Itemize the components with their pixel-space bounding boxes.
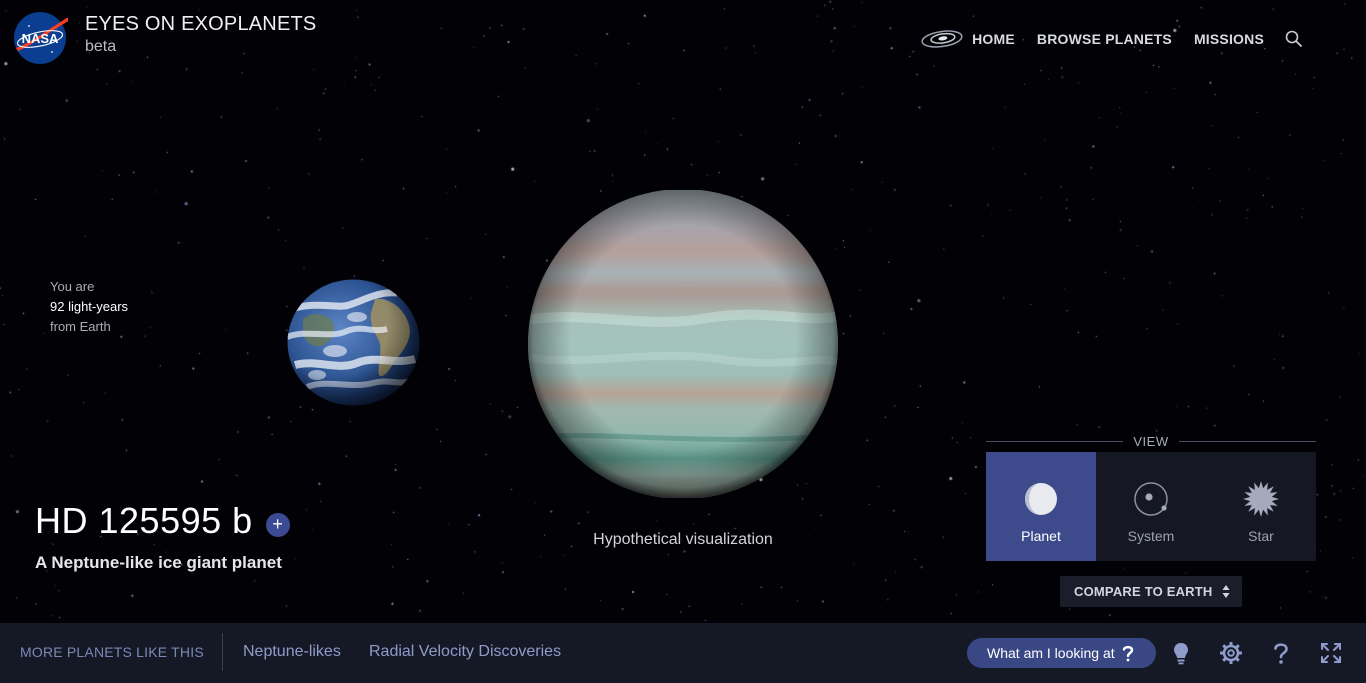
link-radial-velocity-discoveries[interactable]: Radial Velocity Discoveries [369, 643, 561, 661]
question-mark-icon [1122, 645, 1133, 662]
view-buttons: Planet System Star [986, 452, 1316, 561]
help-icon[interactable] [1269, 641, 1293, 665]
view-star-label: Star [1248, 528, 1274, 544]
planet-title-row: HD 125595 b + [35, 500, 290, 542]
more-planets-label: MORE PLANETS LIKE THIS [20, 644, 204, 660]
app-title: EYES ON EXOPLANETS [85, 13, 317, 35]
compare-to-earth-label: COMPARE TO EARTH [1074, 584, 1213, 599]
view-system-button[interactable]: System [1096, 452, 1206, 561]
view-planet-label: Planet [1021, 528, 1061, 544]
view-star-button[interactable]: Star [1206, 452, 1316, 561]
bottom-bar: MORE PLANETS LIKE THIS Neptune-likes Rad… [0, 623, 1366, 683]
what-am-i-looking-at-button[interactable]: What am I looking at [967, 638, 1156, 668]
nasa-logo[interactable]: NASA [12, 10, 68, 66]
gear-icon[interactable] [1219, 641, 1243, 665]
view-panel: VIEW Planet System Star [986, 432, 1317, 561]
nav-browse-planets[interactable]: BROWSE PLANETS [1037, 31, 1172, 47]
view-heading: VIEW [986, 432, 1317, 450]
link-neptune-likes[interactable]: Neptune-likes [243, 643, 341, 661]
planet-icon [1025, 483, 1057, 515]
star-icon [1243, 481, 1279, 517]
view-heading-rule-right [1178, 440, 1317, 442]
distance-value: 92 light-years [50, 299, 129, 314]
exoplanet-visualization[interactable] [527, 190, 839, 498]
app-stage: NASA EYES ON EXOPLANETS beta HOME BROWSE… [0, 0, 1366, 683]
visualization-caption: Hypothetical visualization [593, 531, 773, 548]
lightbulb-icon[interactable] [1169, 641, 1193, 665]
bottom-bar-divider [222, 633, 223, 671]
app-title-block[interactable]: EYES ON EXOPLANETS beta [85, 13, 316, 59]
view-system-label: System [1127, 528, 1175, 544]
what-am-i-looking-at-label: What am I looking at [987, 645, 1115, 661]
nasa-logo-text: NASA [22, 31, 59, 46]
select-arrows-icon [1222, 585, 1230, 598]
app-subtitle: beta [85, 38, 117, 55]
fullscreen-icon[interactable] [1319, 641, 1343, 665]
system-icon [1134, 482, 1168, 516]
nav-home[interactable]: HOME [972, 31, 1015, 47]
view-planet-button[interactable]: Planet [986, 452, 1096, 561]
distance-suffix: from Earth [50, 319, 111, 334]
view-heading-label: VIEW [1133, 433, 1169, 449]
galaxy-icon[interactable] [920, 28, 964, 50]
distance-readout: You are 92 light-years from Earth [50, 277, 128, 337]
top-navigation: HOME BROWSE PLANETS MISSIONS [920, 28, 1304, 50]
view-heading-rule-left [986, 440, 1124, 442]
add-planet-button[interactable]: + [265, 513, 290, 537]
nav-missions[interactable]: MISSIONS [1194, 31, 1264, 47]
earth-planet[interactable] [287, 279, 420, 406]
planet-name: HD 125595 b [35, 500, 253, 541]
planet-description: A Neptune-like ice giant planet [35, 553, 282, 572]
search-icon[interactable] [1284, 29, 1304, 49]
compare-to-earth-select[interactable]: COMPARE TO EARTH [1060, 576, 1242, 607]
distance-prefix: You are [50, 279, 95, 294]
